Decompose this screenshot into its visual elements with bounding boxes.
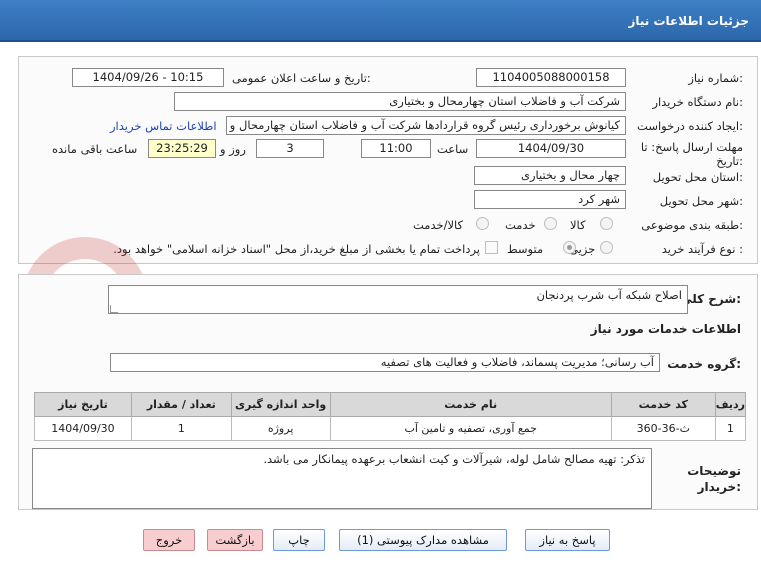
service-group-label: گروه خدمت: xyxy=(667,357,741,371)
buyer-notes-label: توضیحات xyxy=(687,464,741,478)
cell-row: 1 xyxy=(714,416,747,441)
city-field: شهر کرد xyxy=(474,190,626,209)
category-label: طبقه بندی موضوعی: xyxy=(641,218,743,232)
col-header-service-name: نام خدمت xyxy=(329,392,612,417)
cell-service-code: ث-36-360 xyxy=(610,416,716,441)
deadline-label-date: تاریخ: xyxy=(716,154,743,168)
need-details-panel xyxy=(18,56,758,264)
buyer-field: شرکت آب و فاضلاب استان چهارمحال و بختیار… xyxy=(174,92,626,111)
cell-service-name: جمع آوری، تصفیه و تامین آب xyxy=(329,416,612,441)
days-label: روز و xyxy=(220,142,246,156)
category-option-goods-label: کالا xyxy=(570,218,586,232)
need-number-label: شماره نیاز: xyxy=(688,71,743,85)
province-label: استان محل تحویل: xyxy=(652,170,743,184)
deadline-time-label: ساعت xyxy=(437,142,469,156)
resize-handle-icon[interactable] xyxy=(110,305,118,313)
buyer-notes-field: تذکر: تهیه مصالح شامل لوله، شیرآلات و کی… xyxy=(32,448,652,509)
table-header-row: تاریخ نیاز تعداد / مقدار واحد اندازه گیر… xyxy=(34,392,747,417)
need-number-field: 1104005088000158 xyxy=(476,68,626,87)
col-header-row: ردیف xyxy=(714,392,747,417)
buyer-contact-link[interactable]: اطلاعات تماس خریدار xyxy=(110,119,217,133)
creator-field: کیانوش برخورداری رئیس گروه قراردادها شرک… xyxy=(226,116,626,135)
process-minor-radio[interactable] xyxy=(600,241,613,254)
page-title: جزئیات اطلاعات نیاز xyxy=(628,14,749,28)
attachments-button[interactable]: مشاهده مدارک پیوستی (1) xyxy=(339,529,507,551)
remaining-label: ساعت باقی مانده xyxy=(52,142,138,156)
back-button[interactable]: بازگشت xyxy=(207,529,263,551)
deadline-time-field: 11:00 xyxy=(361,139,431,158)
remaining-time-field: 23:25:29 xyxy=(148,139,216,158)
treasury-payment-text: پرداخت تمام یا بخشی از مبلغ خرید،از محل … xyxy=(113,242,480,256)
process-medium-radio[interactable] xyxy=(563,241,576,254)
category-goods-radio[interactable] xyxy=(600,217,613,230)
category-option-service-label: خدمت xyxy=(505,218,536,232)
province-field: چهار محال و بختیاری xyxy=(474,166,626,185)
deadline-date-field: 1404/09/30 xyxy=(476,139,626,158)
col-header-unit: واحد اندازه گیری xyxy=(230,392,331,417)
category-service-radio[interactable] xyxy=(544,217,557,230)
buyer-label: نام دستگاه خریدار: xyxy=(652,95,743,109)
city-label: شهر محل تحویل: xyxy=(659,194,743,208)
table-row: 1404/09/30 1 پروژه جمع آوری، تصفیه و تام… xyxy=(34,416,747,441)
exit-button[interactable]: خروج xyxy=(143,529,195,551)
col-header-need-date: تاریخ نیاز xyxy=(34,392,132,417)
process-option-medium-label: متوسط xyxy=(507,242,544,256)
announce-label: تاریخ و ساعت اعلان عمومی: xyxy=(232,71,371,85)
col-header-quantity: تعداد / مقدار xyxy=(130,392,232,417)
announce-field: 1404/09/26 - 10:15 xyxy=(72,68,224,87)
cell-unit: پروژه xyxy=(230,416,331,441)
service-table: تاریخ نیاز تعداد / مقدار واحد اندازه گیر… xyxy=(34,392,747,441)
days-field: 3 xyxy=(256,139,324,158)
creator-label: ایجاد کننده درخواست: xyxy=(637,119,743,133)
treasury-payment-checkbox[interactable] xyxy=(485,241,498,254)
col-header-service-code: کد خدمت xyxy=(610,392,716,417)
reply-button[interactable]: پاسخ به نیاز xyxy=(525,529,610,551)
category-both-radio[interactable] xyxy=(476,217,489,230)
process-label: نوع فرآیند خرید : xyxy=(661,242,743,256)
category-option-both-label: کالا/خدمت xyxy=(413,218,464,232)
deadline-label: مهلت ارسال پاسخ: تا xyxy=(640,140,743,154)
summary-field: اصلاح شبکه آب شرب پردنجان xyxy=(108,285,688,314)
cell-quantity: 1 xyxy=(130,416,232,441)
services-title: اطلاعات خدمات مورد نیاز xyxy=(590,322,741,336)
service-group-field: آب رسانی؛ مدیریت پسماند، فاضلاب و فعالیت… xyxy=(110,353,660,372)
buyer-notes-label-2: خریدار: xyxy=(697,480,741,494)
title-bar: جزئیات اطلاعات نیاز xyxy=(0,0,761,42)
cell-need-date: 1404/09/30 xyxy=(34,416,132,441)
print-button[interactable]: چاپ xyxy=(273,529,325,551)
